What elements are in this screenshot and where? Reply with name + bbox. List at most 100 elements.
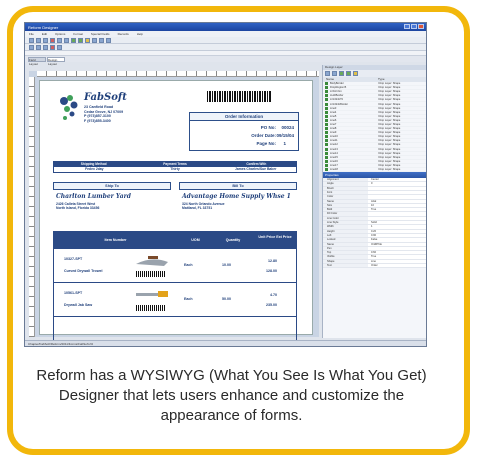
menu-special-fields[interactable]: Special Fields bbox=[91, 32, 110, 36]
layer-name: Line13 bbox=[330, 147, 338, 151]
property-name: Height bbox=[323, 229, 368, 233]
move-down-icon[interactable] bbox=[346, 71, 351, 76]
property-value[interactable]: Line bbox=[368, 259, 426, 263]
new-icon[interactable] bbox=[29, 37, 34, 43]
property-value[interactable] bbox=[368, 212, 426, 216]
zoom-icon[interactable] bbox=[92, 37, 97, 43]
cut-icon[interactable] bbox=[50, 37, 55, 43]
layer-icon bbox=[325, 106, 328, 110]
property-value[interactable]: Center bbox=[368, 178, 426, 182]
menu-help[interactable]: Help bbox=[137, 32, 143, 36]
property-value[interactable] bbox=[368, 216, 426, 221]
paste-icon[interactable] bbox=[64, 37, 69, 43]
menu-options[interactable]: Options bbox=[55, 32, 65, 36]
layer-name: Line7 bbox=[330, 122, 337, 126]
menu-edit[interactable]: Edit bbox=[42, 32, 47, 36]
caption-text: Reform has a WYSIWYG (What You See Is Wh… bbox=[36, 367, 427, 424]
ship-to-header: Ship To bbox=[53, 182, 171, 190]
bold-icon[interactable] bbox=[29, 44, 34, 50]
table-row: 10327-SPT Curved Drywall Trowel Each 10.… bbox=[53, 249, 297, 283]
layer-icon bbox=[325, 90, 328, 94]
uom-header: UOM bbox=[191, 238, 200, 242]
color-icon[interactable] bbox=[50, 44, 55, 50]
italic-icon[interactable] bbox=[36, 44, 41, 50]
close-icon[interactable] bbox=[418, 24, 424, 29]
layer-type: Drop Layer: Shape bbox=[378, 106, 401, 110]
item-ext-price: 128.00 bbox=[266, 269, 277, 273]
property-value[interactable]: 0.20 bbox=[368, 229, 426, 233]
underline-icon[interactable] bbox=[43, 44, 48, 50]
property-value[interactable]: True bbox=[368, 255, 426, 259]
layer-type: Drop Layer: Shape bbox=[378, 118, 401, 122]
align-icon[interactable] bbox=[106, 37, 111, 43]
item-quantity: 50.00 bbox=[222, 297, 231, 301]
po-value: 00024 bbox=[281, 125, 294, 130]
property-value[interactable]: OrdRTitle bbox=[368, 242, 426, 246]
layer-icon bbox=[325, 98, 328, 102]
layer-name: BodyBorder bbox=[330, 82, 344, 86]
add-layer-icon[interactable] bbox=[325, 71, 330, 76]
property-row[interactable]: Text Order bbox=[323, 264, 426, 269]
redo-icon[interactable] bbox=[78, 37, 83, 43]
property-value[interactable]: 0 bbox=[368, 182, 426, 186]
layer-name: Line14 bbox=[330, 151, 338, 155]
tab-field-layout[interactable]: Field Layout bbox=[28, 57, 46, 66]
open-icon[interactable] bbox=[36, 37, 41, 43]
layer-type: Drop Layer: Shape bbox=[378, 82, 401, 86]
font-icon[interactable] bbox=[57, 44, 62, 50]
bill-to-header: Bill To bbox=[179, 182, 297, 190]
maximize-icon[interactable] bbox=[411, 24, 417, 29]
property-value[interactable] bbox=[368, 246, 426, 251]
property-value[interactable]: True bbox=[368, 208, 426, 212]
layer-icon bbox=[325, 110, 328, 114]
property-value[interactable]: 10 bbox=[368, 203, 426, 208]
menu-file[interactable]: File bbox=[29, 32, 34, 36]
property-value[interactable]: False bbox=[368, 238, 426, 242]
window-titlebar: Reform Designer bbox=[25, 23, 426, 31]
property-name: Alignment bbox=[323, 178, 368, 182]
move-up-icon[interactable] bbox=[339, 71, 344, 76]
layer-icon bbox=[325, 114, 328, 118]
layer-name: LOGO.bm bbox=[330, 90, 342, 94]
property-value[interactable]: 0.60 bbox=[368, 251, 426, 255]
form-page[interactable]: FabSoft 23 Canfield Road Cedar Grove, NJ… bbox=[39, 80, 313, 345]
layer-icon bbox=[325, 143, 328, 147]
print-icon[interactable] bbox=[85, 37, 90, 43]
property-value[interactable]: Solid bbox=[368, 221, 426, 225]
properties-grid: Alignment Center Angle 0 Brush Font Color Name A… bbox=[323, 178, 426, 269]
design-canvas[interactable]: FabSoft 23 Canfield Road Cedar Grove, NJ… bbox=[29, 71, 319, 345]
minimize-icon[interactable] bbox=[404, 24, 410, 29]
layer-list: BodyBorder Drop Layer: Shape DropRegion B D… bbox=[323, 82, 426, 173]
copy-icon[interactable] bbox=[57, 37, 62, 43]
layer-name: Line4 bbox=[330, 110, 337, 114]
property-value[interactable] bbox=[368, 186, 426, 190]
status-bar: Chapter/FabSoft/Reform/2011/Forms/FabSof… bbox=[25, 340, 426, 346]
item-quantity: 10.00 bbox=[222, 263, 231, 267]
menu-records[interactable]: Records bbox=[118, 32, 129, 36]
tab-design-layout[interactable]: Design Layout bbox=[47, 57, 65, 66]
property-value[interactable]: 1 bbox=[368, 225, 426, 229]
undo-icon[interactable] bbox=[71, 37, 76, 43]
visibility-icon[interactable] bbox=[353, 71, 358, 76]
property-name: Left bbox=[323, 233, 368, 238]
layer-name: Line18 bbox=[330, 168, 338, 172]
menu-format[interactable]: Format bbox=[73, 32, 83, 36]
property-value[interactable]: Order bbox=[368, 264, 426, 268]
item-unit-price: 4.70 bbox=[270, 293, 277, 297]
layer-name: Line12 bbox=[330, 143, 338, 147]
confirm-with-value: James Charles/Sue Baker bbox=[234, 167, 277, 171]
ship-to-address: 2426 Calleta Street West North Island, F… bbox=[56, 202, 99, 211]
property-name: Fill Color bbox=[323, 212, 368, 216]
grid-icon[interactable] bbox=[99, 37, 104, 43]
save-icon[interactable] bbox=[43, 37, 48, 43]
layer-icon bbox=[325, 163, 328, 167]
layer-icon bbox=[325, 139, 328, 143]
property-value[interactable] bbox=[368, 190, 426, 195]
layer-type: Drop Layer: Shape bbox=[378, 86, 401, 90]
property-value[interactable]: Arial bbox=[368, 199, 426, 203]
item-description: Drywall Jab Saw bbox=[64, 303, 93, 307]
property-value[interactable] bbox=[368, 195, 426, 199]
delete-layer-icon[interactable] bbox=[332, 71, 337, 76]
property-value[interactable]: 0.90 bbox=[368, 233, 426, 238]
layer-type: Drop Layer: Shape bbox=[378, 155, 401, 159]
